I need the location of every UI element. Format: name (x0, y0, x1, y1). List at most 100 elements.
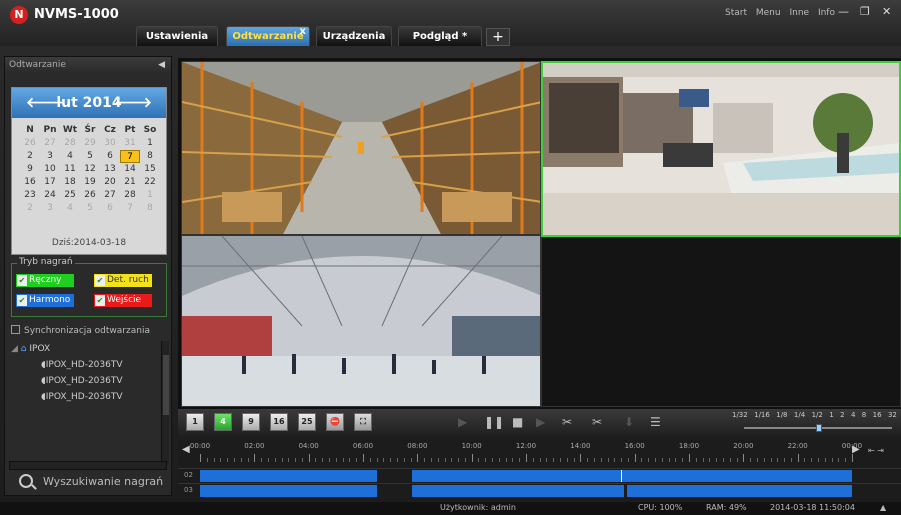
calendar-today[interactable]: Dziś:2014-03-18 (12, 238, 166, 248)
calendar-day[interactable]: 1 (140, 137, 160, 150)
sync-playback-checkbox[interactable]: Synchronizacja odtwarzania (11, 325, 150, 336)
calendar-day[interactable]: 16 (20, 176, 40, 189)
calendar-day[interactable]: 28 (60, 137, 80, 150)
timeline-channel-row[interactable]: 02 (178, 468, 901, 482)
play-icon[interactable]: ▶ (458, 415, 467, 429)
calendar-day[interactable]: 27 (100, 189, 120, 202)
timeline-channel-row[interactable]: 03 (178, 483, 901, 497)
calendar-day[interactable]: 24 (40, 189, 60, 202)
close-icon[interactable]: ✕ (882, 5, 891, 18)
calendar-day[interactable]: 31 (120, 137, 140, 150)
calendar-day[interactable]: 17 (40, 176, 60, 189)
tab-podglad[interactable]: Podgląd * (398, 26, 482, 46)
calendar-day[interactable]: 9 (20, 163, 40, 176)
rec-input-checkbox[interactable]: Wejście (94, 294, 152, 307)
calendar-day[interactable]: 14 (120, 163, 140, 176)
recording-segment[interactable] (411, 485, 624, 497)
calendar-day[interactable]: 21 (120, 176, 140, 189)
calendar-day[interactable]: 3 (40, 150, 60, 163)
calendar-day[interactable]: 4 (60, 150, 80, 163)
calendar-day[interactable]: 18 (60, 176, 80, 189)
recording-segment[interactable] (200, 485, 377, 497)
prev-month-icon[interactable]: 🡐 (26, 88, 64, 118)
restore-icon[interactable]: ❐ (860, 5, 870, 18)
tree-camera[interactable]: ◖IPOX_HD-2036TV (11, 389, 169, 405)
calendar-day[interactable]: 13 (100, 163, 120, 176)
tab-urzadzenia[interactable]: Urządzenia (316, 26, 392, 46)
up-arrow-icon[interactable]: ▲ (880, 503, 886, 512)
calendar-day[interactable]: 22 (140, 176, 160, 189)
calendar-day[interactable]: 5 (80, 150, 100, 163)
layout-9-button[interactable]: 9 (242, 413, 260, 431)
calendar-day[interactable]: 7 (120, 202, 140, 215)
camera-view-4[interactable] (541, 237, 901, 407)
menu-menu[interactable]: Menu (756, 8, 781, 18)
scroll-thumb[interactable] (163, 355, 169, 415)
search-recordings-button[interactable]: Wyszukiwanie nagrań (9, 471, 169, 493)
tab-close-icon[interactable]: x (300, 22, 306, 42)
pause-icon[interactable]: ❚❚ (484, 415, 504, 429)
camera-view-2[interactable] (541, 61, 901, 237)
add-tab-button[interactable]: + (486, 28, 510, 46)
calendar-day[interactable]: 26 (80, 189, 100, 202)
calendar-day[interactable]: 1 (140, 189, 160, 202)
rec-motion-checkbox[interactable]: Det. ruch (94, 274, 152, 287)
calendar-day[interactable]: 20 (100, 176, 120, 189)
playhead-marker[interactable] (621, 470, 623, 482)
calendar-day[interactable]: 27 (40, 137, 60, 150)
clip-cut-icon[interactable]: ✂ (592, 415, 602, 429)
speed-slider[interactable]: 1/32 1/16 1/8 1/4 1/2 1 2 4 8 16 32 (732, 411, 897, 435)
horizontal-scrollbar[interactable] (9, 461, 167, 470)
calendar-day[interactable]: 28 (120, 189, 140, 202)
calendar-day[interactable]: 10 (40, 163, 60, 176)
menu-inne[interactable]: Inne (789, 8, 809, 18)
fullscreen-icon[interactable]: ⛶ (354, 413, 372, 431)
calendar-day[interactable]: 8 (140, 202, 160, 215)
recording-segment[interactable] (626, 485, 852, 497)
clip-start-icon[interactable]: ✂ (562, 415, 572, 429)
tree-camera[interactable]: ◖IPOX_HD-2036TV (11, 357, 169, 373)
list-icon[interactable]: ☰ (650, 415, 661, 429)
calendar-day[interactable]: 29 (80, 137, 100, 150)
timeline-ruler[interactable]: 00:00 02:00 04:00 06:00 08:00 10:00 12:00 14:00… (190, 440, 862, 464)
calendar-day[interactable]: 26 (20, 137, 40, 150)
menu-info[interactable]: Info (818, 8, 835, 18)
calendar-day[interactable]: 30 (100, 137, 120, 150)
collapse-arrow-icon[interactable]: ◀ (158, 57, 165, 73)
calendar-day[interactable]: 19 (80, 176, 100, 189)
stop-icon[interactable]: ■ (512, 415, 523, 429)
calendar-day[interactable]: 3 (40, 202, 60, 215)
calendar-day[interactable]: 4 (60, 202, 80, 215)
layout-1-button[interactable]: 1 (186, 413, 204, 431)
layout-25-button[interactable]: 25 (298, 413, 316, 431)
camera-view-3[interactable] (181, 235, 541, 407)
tree-scrollbar[interactable] (161, 341, 169, 465)
recording-segment[interactable] (200, 470, 377, 482)
calendar-day[interactable]: 11 (60, 163, 80, 176)
next-month-icon[interactable]: 🡒 (114, 88, 152, 118)
next-frame-icon[interactable]: ▶ (536, 415, 545, 429)
calendar-day[interactable]: 6 (100, 150, 120, 163)
timeline-left-icon[interactable]: ◀ (182, 444, 190, 455)
timeline-right-icon[interactable]: ▶ (852, 444, 860, 455)
recording-segment[interactable] (411, 470, 852, 482)
calendar-day[interactable]: 23 (20, 189, 40, 202)
menu-start[interactable]: Start (725, 8, 747, 18)
camera-view-1[interactable] (181, 61, 541, 235)
tree-camera[interactable]: ◖IPOX_HD-2036TV (11, 373, 169, 389)
calendar-day-selected[interactable]: 7 (120, 150, 140, 163)
rec-manual-checkbox[interactable]: Ręczny (16, 274, 74, 287)
calendar-day[interactable]: 6 (100, 202, 120, 215)
tab-ustawienia[interactable]: Ustawienia (136, 26, 218, 46)
tree-root[interactable]: ◢ ⌂ IPOX (11, 341, 169, 357)
tab-odtwarzanie[interactable]: Odtwarzanie x (226, 26, 310, 46)
calendar-day[interactable]: 5 (80, 202, 100, 215)
minimize-icon[interactable]: — (838, 5, 849, 18)
timeline-zoom-icon[interactable]: ⇤ ⇥ (868, 446, 884, 455)
layout-16-button[interactable]: 16 (270, 413, 288, 431)
calendar-day[interactable]: 15 (140, 163, 160, 176)
rec-schedule-checkbox[interactable]: Harmono (16, 294, 74, 307)
calendar-day[interactable]: 2 (20, 202, 40, 215)
calendar-day[interactable]: 8 (140, 150, 160, 163)
stop-all-icon[interactable]: ⛔ (326, 413, 344, 431)
